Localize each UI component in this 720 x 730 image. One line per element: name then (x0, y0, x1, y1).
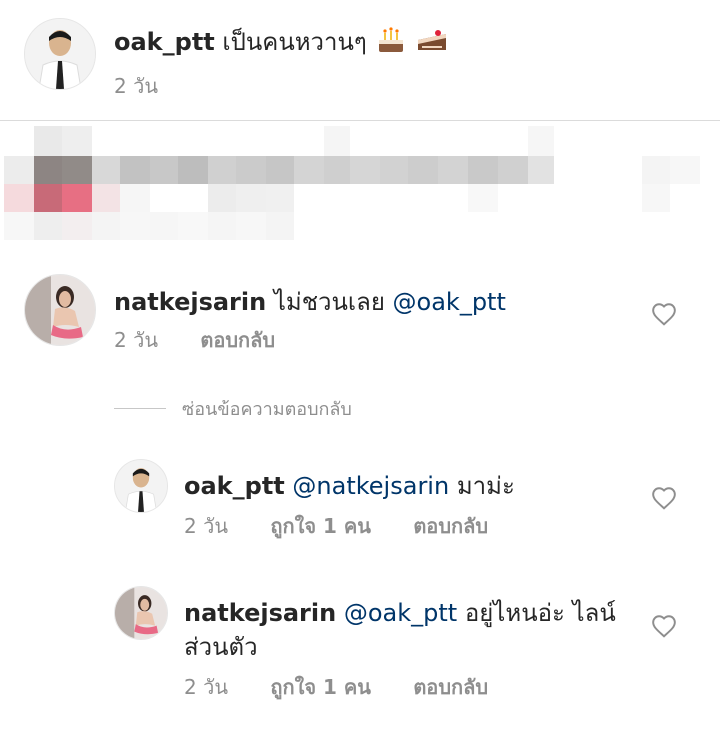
comment-mention[interactable]: @oak_ptt (393, 288, 506, 316)
avatar-oak-ptt[interactable] (24, 18, 96, 90)
heart-icon[interactable] (651, 486, 677, 510)
post-header: oak_ptt เป็นคนหวานๆ 2 วัน (0, 0, 720, 121)
hide-replies-button[interactable]: ซ่อนข้อความตอบกลับ (114, 395, 352, 421)
post-time: 2 วัน (114, 74, 158, 98)
reply-button[interactable]: ตอบกลับ (200, 328, 275, 352)
reply-time: 2 วัน (184, 675, 228, 699)
comment-line: natkejsarin ไม่ชวนเลย @oak_ptt (114, 282, 506, 321)
reply-line: oak_ptt @natkejsarin มาม่ะ (184, 466, 515, 505)
hide-replies-label: ซ่อนข้อความตอบกลับ (182, 398, 352, 420)
reply-meta: 2 วัน ถูกใจ 1 คน ตอบกลับ (184, 671, 488, 703)
comment-meta: 2 วัน ตอบกลับ (114, 324, 275, 356)
reply-button[interactable]: ตอบกลับ (413, 514, 488, 538)
pixelated-content (0, 122, 720, 250)
birthday-cake-icon (376, 26, 406, 60)
avatar-image (115, 587, 167, 639)
reply-line-2: ส่วนตัว (184, 633, 258, 661)
heart-icon[interactable] (651, 614, 677, 638)
hide-replies-dash (114, 407, 166, 409)
reply-text: อยู่ไหนอ่ะ ไลน์ (464, 599, 616, 627)
reply-meta: 2 วัน ถูกใจ 1 คน ตอบกลับ (184, 510, 488, 542)
reply-username[interactable]: oak_ptt (184, 472, 285, 500)
avatar-natkejsarin[interactable] (24, 274, 96, 346)
reply-time: 2 วัน (184, 514, 228, 538)
reply-mention[interactable]: @oak_ptt (344, 599, 457, 627)
likes-count[interactable]: ถูกใจ 1 คน (270, 675, 371, 699)
comment-text: ไม่ชวนเลย (273, 288, 385, 316)
post-caption: เป็นคนหวานๆ (222, 28, 367, 56)
avatar-image (115, 460, 167, 512)
reply-username[interactable]: natkejsarin (184, 599, 336, 627)
reply-button[interactable]: ตอบกลับ (413, 675, 488, 699)
post-username[interactable]: oak_ptt (114, 28, 215, 56)
avatar-image (25, 19, 95, 89)
comment-username[interactable]: natkejsarin (114, 288, 266, 316)
heart-icon[interactable] (651, 302, 677, 326)
reply-text: มาม่ะ (456, 472, 515, 500)
likes-count[interactable]: ถูกใจ 1 คน (270, 514, 371, 538)
avatar-oak-ptt[interactable] (114, 459, 168, 513)
cake-slice-icon (416, 26, 448, 60)
reply-mention[interactable]: @natkejsarin (292, 472, 449, 500)
post-caption-line: oak_ptt เป็นคนหวานๆ (114, 22, 448, 61)
avatar-image (25, 275, 95, 345)
avatar-natkejsarin[interactable] (114, 586, 168, 640)
comment-time: 2 วัน (114, 328, 158, 352)
